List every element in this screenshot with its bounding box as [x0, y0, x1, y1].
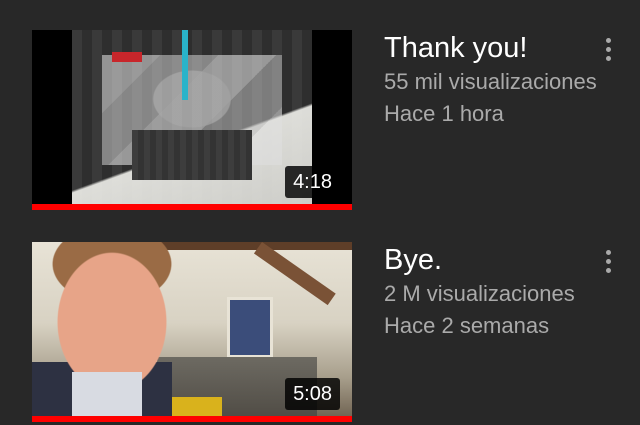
more-vert-icon[interactable]: [596, 34, 620, 64]
video-thumbnail[interactable]: 4:18: [32, 30, 352, 210]
video-meta: Bye. 2 M visualizaciones Hace 2 semanas: [384, 242, 604, 342]
view-count: 55 mil visualizaciones: [384, 69, 597, 94]
watch-progress-fill: [32, 204, 352, 210]
video-meta: Thank you! 55 mil visualizaciones Hace 1…: [384, 30, 604, 130]
upload-age: Hace 1 hora: [384, 101, 504, 126]
video-list: 4:18 Thank you! 55 mil visualizaciones H…: [0, 0, 640, 425]
watch-progress-bar: [32, 416, 352, 422]
more-vert-icon[interactable]: [596, 246, 620, 276]
video-item[interactable]: 5:08 Bye. 2 M visualizaciones Hace 2 sem…: [0, 242, 640, 425]
video-thumbnail[interactable]: 5:08: [32, 242, 352, 422]
video-title[interactable]: Thank you!: [384, 30, 604, 66]
video-item[interactable]: 4:18 Thank you! 55 mil visualizaciones H…: [0, 30, 640, 220]
view-count: 2 M visualizaciones: [384, 281, 575, 306]
watch-progress-fill: [32, 416, 352, 422]
video-title[interactable]: Bye.: [384, 242, 604, 278]
duration-badge: 5:08: [285, 378, 340, 410]
watch-progress-bar: [32, 204, 352, 210]
upload-age: Hace 2 semanas: [384, 313, 550, 338]
duration-badge: 4:18: [285, 166, 340, 198]
thumbnail-image: [72, 30, 312, 210]
